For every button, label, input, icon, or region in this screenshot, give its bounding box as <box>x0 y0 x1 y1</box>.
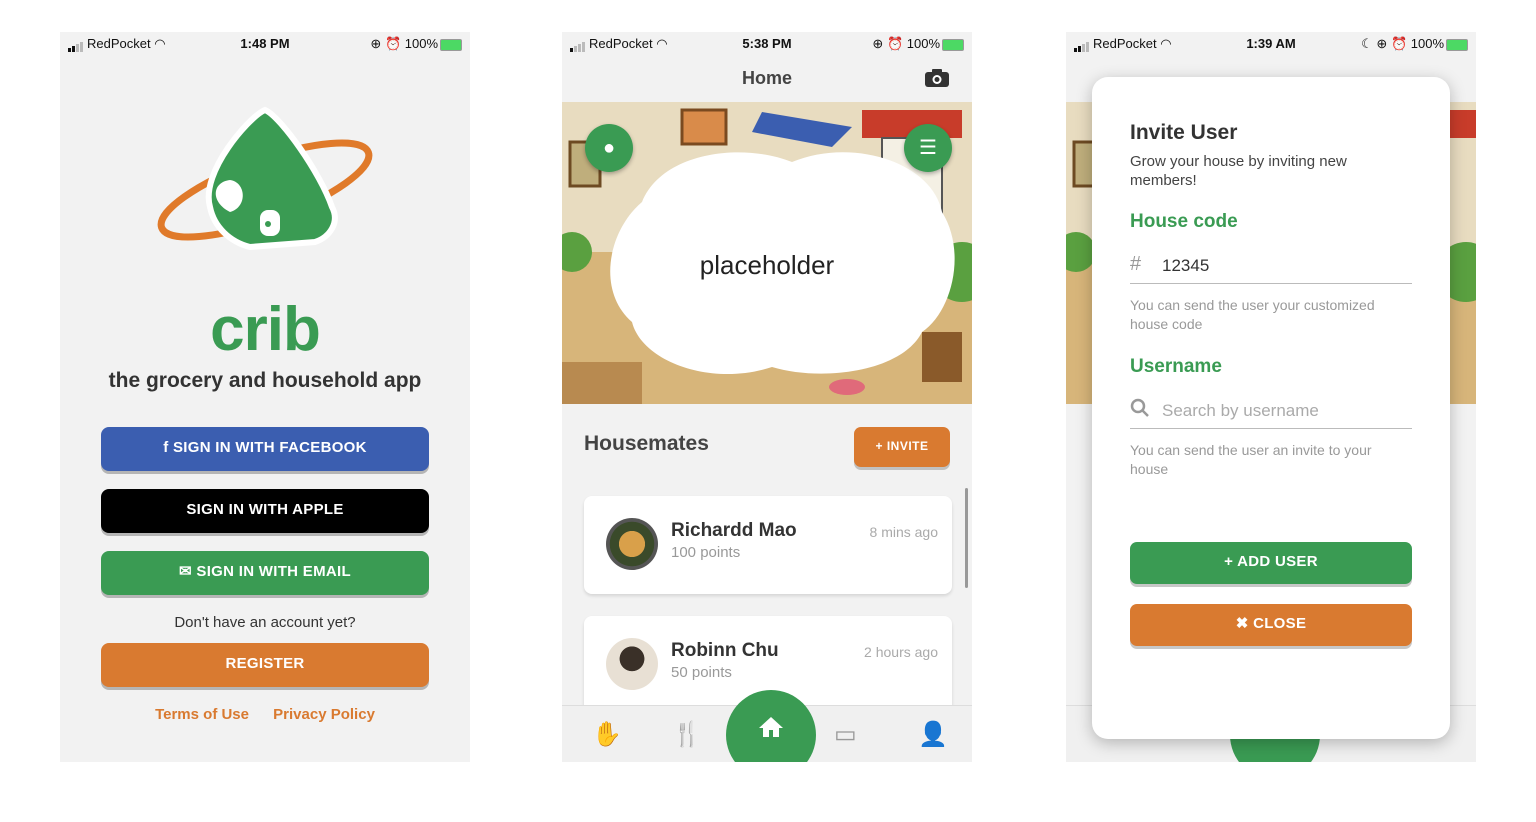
close-icon: ✖ <box>1235 615 1249 632</box>
house-code-field[interactable]: # 12345 <box>1130 249 1412 284</box>
battery-icon <box>1446 38 1468 51</box>
terms-link[interactable]: Terms of Use <box>155 706 249 723</box>
facebook-signin-label: SIGN IN WITH FACEBOOK <box>172 439 367 456</box>
battery-percent: 100% <box>1410 36 1444 51</box>
house-scene: placeholder ● ☰ <box>562 102 972 404</box>
battery-icon <box>440 38 462 51</box>
legal-links: Terms of Use Privacy Policy <box>60 706 470 723</box>
add-user-label: ADD USER <box>1237 553 1318 570</box>
modal-title: Invite User <box>1130 121 1238 144</box>
status-bar: RedPocket ◠ 1:39 AM ☾ ⊕ ⏰ 100% <box>1066 32 1476 56</box>
house-code-help: You can send the user your customized ho… <box>1130 297 1375 332</box>
alarm-icon: ⏰ <box>886 36 904 51</box>
housemate-last-active: 8 mins ago <box>869 524 938 540</box>
invite-screen: RedPocket ◠ 1:39 AM ☾ ⊕ ⏰ 100% Invite Us… <box>1066 32 1476 762</box>
brand-name: crib <box>210 295 321 364</box>
housemate-last-active: 2 hours ago <box>864 644 938 660</box>
crib-logo <box>157 106 373 251</box>
housemate-name: Robinn Chu <box>671 640 779 661</box>
username-label: Username <box>1130 356 1222 377</box>
camera-icon[interactable] <box>924 68 950 88</box>
privacy-link[interactable]: Privacy Policy <box>273 706 375 723</box>
modal-subtitle: Grow your house by inviting new members! <box>1130 153 1347 189</box>
list-fab[interactable]: ☰ <box>904 124 952 172</box>
money-icon[interactable]: ▭ <box>834 720 857 749</box>
invite-user-modal: Invite User Grow your house by inviting … <box>1092 77 1450 739</box>
status-right: ⊕ ⏰ 100% <box>370 36 462 52</box>
close-button[interactable]: ✖ CLOSE <box>1130 604 1412 646</box>
utensils-icon[interactable]: 🍴 <box>672 720 702 749</box>
username-search-input[interactable]: Search by username <box>1130 394 1412 429</box>
chat-fab[interactable]: ● <box>585 124 633 172</box>
register-button[interactable]: REGISTER <box>101 643 429 687</box>
housemate-card[interactable]: Richardd Mao 100 points 8 mins ago <box>584 496 952 594</box>
scrollbar[interactable] <box>965 488 968 588</box>
battery-icon <box>942 38 964 51</box>
housemates-title: Housemates <box>584 432 709 455</box>
status-bar: RedPocket ◠ 5:38 PM ⊕ ⏰ 100% <box>562 32 972 56</box>
housemate-points: 50 points <box>671 664 732 681</box>
avatar <box>606 518 658 570</box>
list-icon: ☰ <box>919 137 937 159</box>
apple-signin-button[interactable]: SIGN IN WITH APPLE <box>101 489 429 533</box>
alarm-icon: ⏰ <box>384 36 402 51</box>
lock-rotation-icon: ⊕ <box>370 36 382 51</box>
envelope-icon: ✉ <box>179 563 192 580</box>
moon-icon: ☾ <box>1361 36 1373 51</box>
housemate-name: Richardd Mao <box>671 520 797 541</box>
login-screen: RedPocket ◠ 1:48 PM ⊕ ⏰ 100% crib the gr… <box>60 32 470 762</box>
home-screen: RedPocket ◠ 5:38 PM ⊕ ⏰ 100% Home placeh… <box>562 32 972 762</box>
hand-icon[interactable]: ✋ <box>592 720 622 749</box>
search-icon <box>1130 398 1149 417</box>
battery-percent: 100% <box>906 36 940 51</box>
tagline: the grocery and household app <box>108 369 422 392</box>
lock-rotation-icon: ⊕ <box>872 36 884 51</box>
facebook-signin-button[interactable]: f SIGN IN WITH FACEBOOK <box>101 427 429 471</box>
close-label: CLOSE <box>1253 615 1307 632</box>
status-bar: RedPocket ◠ 1:48 PM ⊕ ⏰ 100% <box>60 32 470 56</box>
facebook-icon: f <box>163 439 169 456</box>
alarm-icon: ⏰ <box>1390 36 1408 51</box>
plus-icon: + <box>1224 553 1234 570</box>
avatar <box>606 638 658 690</box>
placeholder-label: placeholder <box>699 250 835 280</box>
house-code-value: 12345 <box>1162 256 1210 275</box>
chat-bubble-icon: ● <box>602 137 616 159</box>
status-right: ☾ ⊕ ⏰ 100% <box>1361 36 1468 52</box>
lock-rotation-icon: ⊕ <box>1376 36 1388 51</box>
status-right: ⊕ ⏰ 100% <box>872 36 964 52</box>
home-icon <box>759 717 783 737</box>
email-signin-label: SIGN IN WITH EMAIL <box>196 563 351 580</box>
email-signin-button[interactable]: ✉ SIGN IN WITH EMAIL <box>101 551 429 595</box>
housemate-points: 100 points <box>671 544 741 561</box>
username-placeholder: Search by username <box>1162 401 1319 420</box>
invite-button[interactable]: + INVITE <box>854 427 950 467</box>
hash-icon: # <box>1130 253 1142 275</box>
username-help: You can send the user an invite to your … <box>1130 442 1372 477</box>
register-label: REGISTER <box>225 655 305 672</box>
add-user-button[interactable]: + ADD USER <box>1130 542 1412 584</box>
user-icon[interactable]: 👤 <box>918 720 948 749</box>
battery-percent: 100% <box>404 36 438 51</box>
no-account-text: Don't have an account yet? <box>174 614 356 631</box>
house-code-label: House code <box>1130 211 1238 232</box>
apple-signin-label: SIGN IN WITH APPLE <box>186 501 344 518</box>
page-title: Home <box>741 68 792 88</box>
